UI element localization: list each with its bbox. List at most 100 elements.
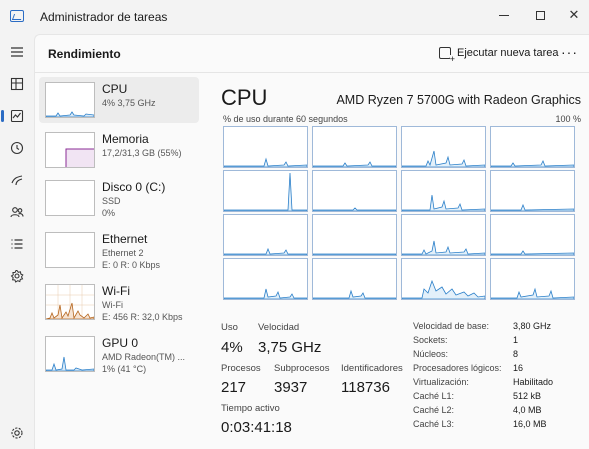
device-disk[interactable]: Disco 0 (C:) SSD 0%: [39, 175, 199, 221]
app-title: Administrador de tareas: [40, 10, 168, 24]
history-icon: [10, 141, 24, 155]
maximize-button[interactable]: [522, 0, 558, 30]
device-name: Memoria: [102, 132, 149, 146]
device-cpu[interactable]: CPU 4% 3,75 GHz: [39, 77, 199, 123]
page-title: Rendimiento: [48, 47, 121, 61]
cpu-core-graph: [223, 126, 308, 168]
cpu-core-graph: [312, 170, 397, 212]
cpu-thumbnail-graph: [46, 111, 94, 117]
property-row: Sockets: 1: [413, 335, 583, 349]
run-task-label: Ejecutar nueva tarea: [457, 47, 559, 59]
gpu-thumbnail-graph: [46, 356, 94, 371]
details-icon: [11, 239, 23, 249]
processes-value: 217: [221, 379, 247, 396]
speed-label: Velocidad: [258, 322, 300, 333]
processes-icon: [10, 77, 24, 91]
device-name: Wi-Fi: [102, 284, 130, 298]
nav-settings[interactable]: [5, 421, 29, 445]
maximize-icon: [535, 10, 545, 20]
device-ethernet[interactable]: Ethernet Ethernet 2 E: 0 R: 0 Kbps: [39, 227, 199, 273]
cpu-core-graph: [490, 214, 575, 256]
property-value: 512 kB: [513, 391, 542, 401]
property-value: 16,0 MB: [513, 419, 547, 429]
nav-processes[interactable]: [5, 72, 29, 96]
main-panel: Rendimiento Ejecutar nueva tarea ··· CPU…: [34, 34, 589, 449]
hamburger-button[interactable]: [5, 40, 29, 64]
task-manager-icon: [10, 10, 24, 22]
nav-history[interactable]: [5, 136, 29, 160]
cpu-core-graph: [401, 258, 486, 300]
property-value: Habilitado: [513, 377, 554, 387]
property-row: Procesadores lógicos: 16: [413, 363, 583, 377]
property-row: Núcleos: 8: [413, 349, 583, 363]
property-key: Caché L1:: [413, 391, 455, 401]
device-adapter: Wi-Fi: [102, 300, 123, 310]
nav-startup[interactable]: [5, 168, 29, 192]
cpu-thumbnail: [45, 82, 95, 118]
cpu-core-graph: [490, 126, 575, 168]
performance-icon: [10, 109, 24, 123]
minimize-button[interactable]: [486, 0, 522, 30]
hamburger-icon: [11, 47, 23, 57]
device-adapter: Ethernet 2: [102, 248, 144, 258]
wifi-thumbnail: [45, 284, 95, 320]
cpu-core-graph: [223, 258, 308, 300]
graph-caption: % de uso durante 60 segundos: [223, 114, 348, 124]
threads-label: Subprocesos: [274, 363, 330, 374]
property-key: Caché L2:: [413, 405, 455, 415]
device-name: Ethernet: [102, 232, 148, 246]
device-throughput: E: 456 R: 32,0 Kbps: [102, 312, 183, 322]
property-key: Núcleos:: [413, 349, 449, 359]
property-key: Procesadores lógicos:: [413, 363, 502, 373]
cpu-core-graph: [312, 258, 397, 300]
device-type: SSD: [102, 196, 121, 206]
nav-details[interactable]: [5, 232, 29, 256]
property-row: Caché L1: 512 kB: [413, 391, 583, 405]
gpu-thumbnail: [45, 336, 95, 372]
usage-value: 4%: [221, 339, 243, 356]
nav-users[interactable]: [5, 200, 29, 224]
property-value: 4,0 MB: [513, 405, 542, 415]
device-detail: 17,2/31,3 GB (55%): [102, 148, 182, 158]
property-value: 1: [513, 335, 519, 345]
memory-thumbnail: [45, 132, 95, 168]
device-gpu[interactable]: GPU 0 AMD Radeon(TM) ... 1% (41 °C): [39, 331, 199, 377]
cpu-core-graph: [312, 214, 397, 256]
nav-services[interactable]: [5, 264, 29, 288]
property-value: 3,80 GHz: [513, 321, 552, 331]
property-key: Velocidad de base:: [413, 321, 490, 331]
property-row: Virtualización: Habilitado: [413, 377, 583, 391]
nav-performance[interactable]: [1, 104, 29, 128]
cpu-core-graph: [401, 170, 486, 212]
handles-value: 118736: [341, 379, 390, 396]
graph-max: 100 %: [555, 114, 581, 124]
run-new-task-button[interactable]: Ejecutar nueva tarea: [439, 47, 559, 64]
cpu-core-graph: [490, 170, 575, 212]
wifi-thumbnail-graph: [46, 285, 94, 319]
property-row: Caché L2: 4,0 MB: [413, 405, 583, 419]
property-key: Caché L3:: [413, 419, 455, 429]
cpu-core-graph: [223, 170, 308, 212]
ethernet-thumbnail: [45, 232, 95, 268]
page-header: Rendimiento Ejecutar nueva tarea ···: [35, 35, 589, 73]
close-button[interactable]: ✕: [556, 0, 589, 30]
device-memory[interactable]: Memoria 17,2/31,3 GB (55%): [39, 127, 199, 173]
cpu-core-graph: [223, 214, 308, 256]
cpu-core-graph: [401, 214, 486, 256]
device-name: GPU 0: [102, 336, 139, 350]
memory-thumbnail-graph: [65, 148, 94, 167]
device-name: CPU: [102, 82, 128, 96]
startup-icon: [11, 175, 23, 186]
device-usage: 1% (41 °C): [102, 364, 147, 374]
services-icon: [10, 270, 24, 283]
property-value: 16: [513, 363, 524, 373]
detail-title: CPU: [221, 85, 268, 110]
uptime-value: 0:03:41:18: [221, 419, 292, 436]
title-bar: Administrador de tareas ✕: [0, 0, 589, 34]
more-options-button[interactable]: ···: [561, 44, 578, 60]
device-wifi[interactable]: Wi-Fi Wi-Fi E: 456 R: 32,0 Kbps: [39, 279, 199, 325]
run-task-icon: [439, 47, 455, 64]
speed-value: 3,75 GHz: [258, 339, 322, 356]
cpu-model: AMD Ryzen 7 5700G with Radeon Graphics: [336, 93, 581, 107]
users-icon: [10, 207, 24, 218]
